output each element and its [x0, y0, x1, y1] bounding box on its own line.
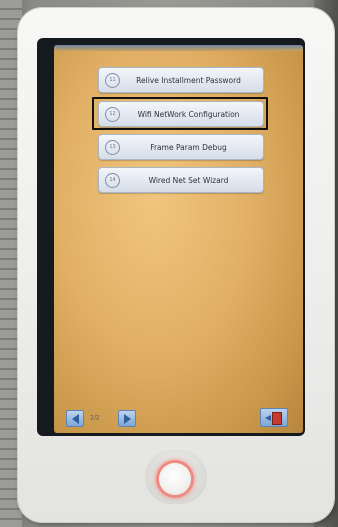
menu-item-wifi-network-configuration[interactable]: 12 Wifi NetWork Configuration: [98, 101, 264, 127]
item-number-icon: 12: [105, 106, 120, 122]
item-number-icon: 14: [105, 172, 120, 188]
menu-item-wired-net-set-wizard[interactable]: 14 Wired Net Set Wizard: [98, 167, 264, 193]
exit-arrow-icon: [265, 415, 271, 421]
next-page-button[interactable]: [118, 410, 136, 427]
menu-item-label: Relive Installment Password: [136, 75, 241, 85]
menu-item-frame-param-debug[interactable]: 13 Frame Param Debug: [98, 134, 264, 160]
item-number-icon: 11: [105, 72, 120, 88]
prev-page-button[interactable]: [66, 410, 84, 427]
arrow-right-icon: [123, 413, 131, 424]
exit-button[interactable]: [260, 408, 288, 427]
arrow-left-icon: [71, 413, 79, 424]
screen-top-edge: [54, 45, 303, 51]
menu-item-label: Frame Param Debug: [150, 142, 227, 152]
menu-item-label: Wired Net Set Wizard: [148, 175, 229, 185]
exit-door-icon: [272, 412, 282, 425]
page-indicator: 2/2: [90, 414, 100, 422]
menu-item-relive-installment-password[interactable]: 11 Relive Installment Password: [98, 67, 264, 93]
menu-item-label: Wifi NetWork Configuration: [137, 109, 240, 119]
item-number-icon: 13: [105, 139, 120, 155]
home-button[interactable]: [159, 463, 191, 495]
screen: 11 Relive Installment Password 12 Wifi N…: [54, 45, 303, 433]
